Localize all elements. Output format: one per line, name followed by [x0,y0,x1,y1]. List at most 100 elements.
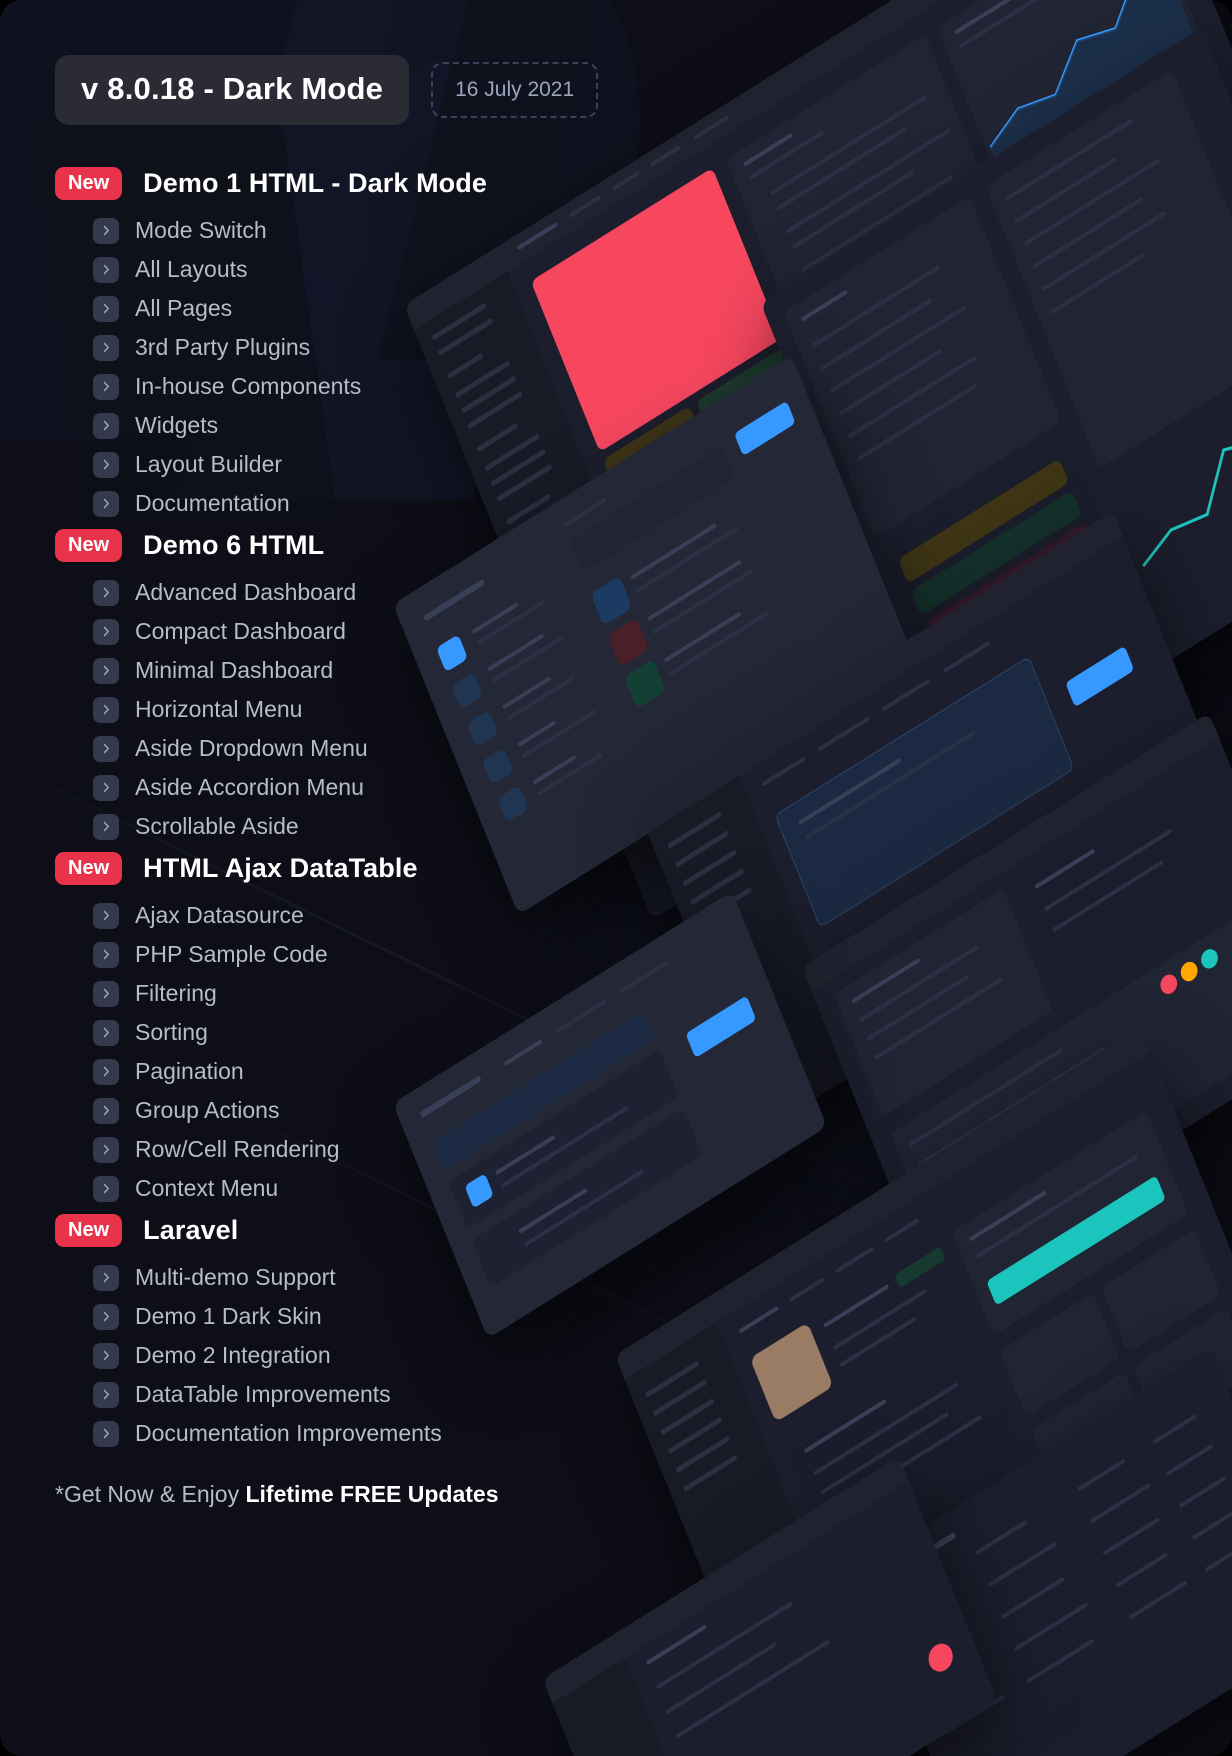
chevron-right-icon [93,735,119,762]
list-item-label: Group Actions [135,1097,280,1123]
mockup-project-targets [801,712,1232,1288]
chevron-right-icon [93,618,119,645]
chevron-right-icon [93,1175,119,1202]
list-item[interactable]: Group Actions [93,1091,620,1130]
list-item[interactable]: Demo 2 Integration [93,1336,620,1375]
list-item[interactable]: In-house Components [93,367,620,406]
list-item-label: Documentation [135,490,290,516]
chevron-right-icon [93,1264,119,1291]
list-item[interactable]: Scrollable Aside [93,807,620,846]
chevron-right-icon [93,774,119,801]
chevron-right-icon [93,696,119,723]
list-item[interactable]: Sorting [93,1013,620,1052]
section-items: Ajax Datasource PHP Sample Code Filterin… [55,896,620,1208]
list-item[interactable]: PHP Sample Code [93,935,620,974]
chevron-right-icon [93,1058,119,1085]
chevron-right-icon [93,902,119,929]
list-item-label: Compact Dashboard [135,618,346,644]
list-item-label: PHP Sample Code [135,941,328,967]
list-item-label: Filtering [135,980,217,1006]
list-item[interactable]: Documentation Improvements [93,1414,620,1453]
chevron-right-icon [93,1097,119,1124]
list-item-label: DataTable Improvements [135,1381,391,1407]
section-html-ajax-datatable: New HTML Ajax DataTable Ajax Datasource … [55,848,620,1208]
chevron-right-icon [93,1420,119,1447]
list-item-label: Advanced Dashboard [135,579,357,605]
list-item[interactable]: Pagination [93,1052,620,1091]
list-item-label: Horizontal Menu [135,696,303,722]
list-item[interactable]: Minimal Dashboard [93,651,620,690]
chevron-right-icon [93,412,119,439]
list-item[interactable]: Filtering [93,974,620,1013]
section-laravel: New Laravel Multi-demo Support Demo 1 Da… [55,1210,620,1453]
list-item[interactable]: Documentation [93,484,620,523]
list-item[interactable]: Horizontal Menu [93,690,620,729]
list-item[interactable]: Mode Switch [93,211,620,250]
chevron-right-icon [93,980,119,1007]
footer-note-emphasis: Lifetime FREE Updates [245,1481,499,1507]
section-title: Laravel [143,1214,239,1245]
list-item[interactable]: All Pages [93,289,620,328]
list-item[interactable]: Advanced Dashboard [93,573,620,612]
chevron-right-icon [93,295,119,322]
new-badge: New [55,166,123,200]
list-item[interactable]: Compact Dashboard [93,612,620,651]
chevron-right-icon [93,1342,119,1369]
chevron-right-icon [93,579,119,606]
list-item[interactable]: Row/Cell Rendering [93,1130,620,1169]
footer-note-prefix: *Get Now & Enjoy [55,1481,246,1507]
list-item-label: Pagination [135,1058,244,1084]
list-item-label: Row/Cell Rendering [135,1136,340,1162]
list-item[interactable]: Widgets [93,406,620,445]
watermark-glow [520,560,1220,1260]
list-item-label: Widgets [135,412,219,438]
chevron-right-icon [93,1136,119,1163]
list-item[interactable]: Aside Dropdown Menu [93,729,620,768]
list-item[interactable]: Layout Builder [93,445,620,484]
section-title: HTML Ajax DataTable [143,852,418,883]
chevron-right-icon [93,1019,119,1046]
mockup-demo-1-widgets [760,27,1232,793]
new-badge: New [55,528,123,562]
mockup-referred-users [854,1347,1232,1756]
list-item-label: All Pages [135,295,233,321]
new-badge: New [55,1213,123,1247]
list-item[interactable]: 3rd Party Plugins [93,328,620,367]
chevron-right-icon [93,451,119,478]
list-item-label: Documentation Improvements [135,1420,442,1446]
chevron-right-icon [93,1303,119,1330]
list-item[interactable]: Demo 1 Dark Skin [93,1297,620,1336]
list-item-label: Sorting [135,1019,208,1045]
section-items: Multi-demo Support Demo 1 Dark Skin Demo… [55,1258,620,1453]
list-item-label: Scrollable Aside [135,813,299,839]
section-title: Demo 6 HTML [143,529,325,560]
list-item[interactable]: Multi-demo Support [93,1258,620,1297]
new-badge: New [55,851,123,885]
chevron-right-icon [93,256,119,283]
list-item[interactable]: DataTable Improvements [93,1375,620,1414]
list-item-label: 3rd Party Plugins [135,334,311,360]
mockup-referral-program [614,1026,1232,1714]
chevron-right-icon [93,657,119,684]
section-items: Advanced Dashboard Compact Dashboard Min… [55,573,620,846]
list-item-label: All Layouts [135,256,248,282]
section-header: New Demo 6 HTML [55,525,620,565]
list-item[interactable]: All Layouts [93,250,620,289]
list-item[interactable]: Aside Accordion Menu [93,768,620,807]
chevron-right-icon [93,813,119,840]
list-item-label: Context Menu [135,1175,279,1201]
list-item-label: Demo 2 Integration [135,1342,331,1368]
section-items: Mode Switch All Layouts All Pages 3rd Pa… [55,211,620,523]
release-date-badge: 16 July 2021 [431,62,599,118]
chevron-right-icon [93,373,119,400]
content-panel: v 8.0.18 - Dark Mode 16 July 2021 New De… [0,0,620,1508]
list-item-label: Layout Builder [135,451,283,477]
list-item[interactable]: Context Menu [93,1169,620,1208]
chevron-right-icon [93,1381,119,1408]
chevron-right-icon [93,941,119,968]
list-item[interactable]: Ajax Datasource [93,896,620,935]
list-item-label: Demo 1 Dark Skin [135,1303,322,1329]
section-header: New Laravel [55,1210,620,1250]
mockup-account-wizard [637,511,1232,1129]
header-row: v 8.0.18 - Dark Mode 16 July 2021 [0,0,620,125]
